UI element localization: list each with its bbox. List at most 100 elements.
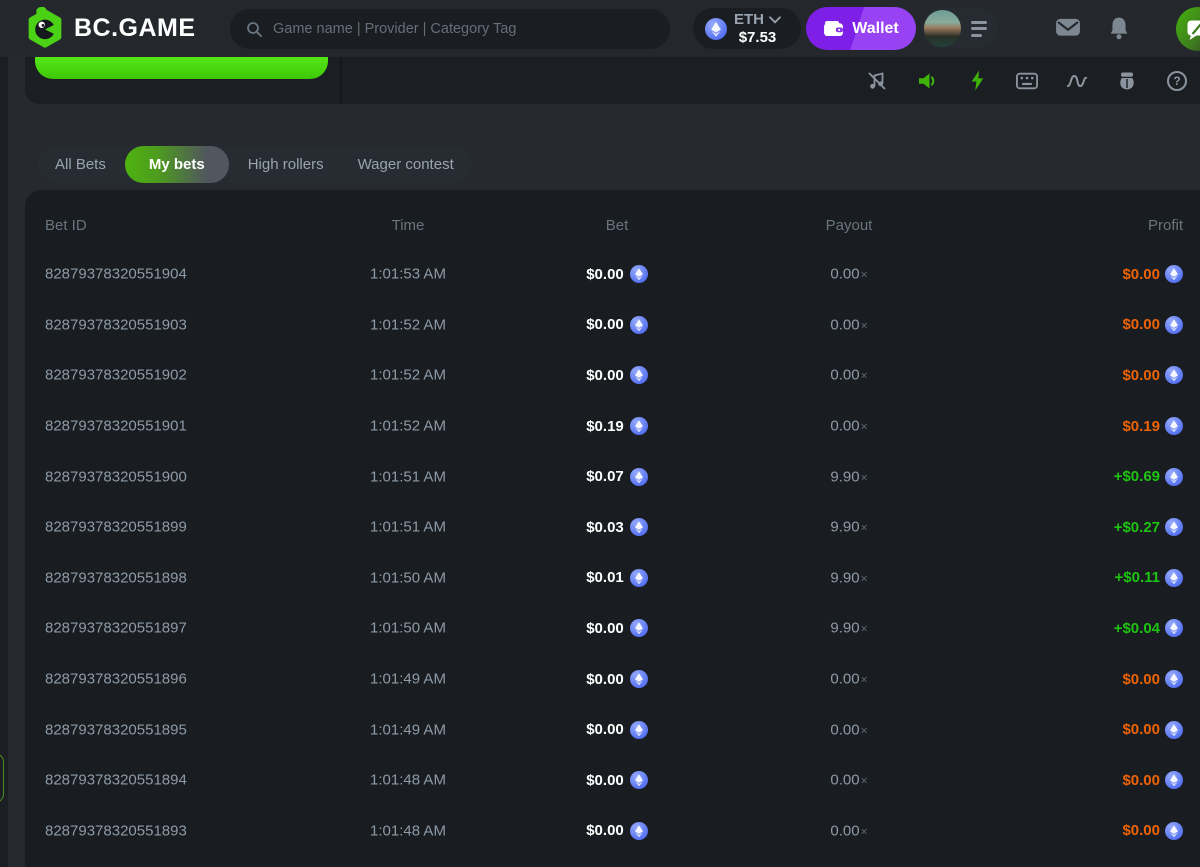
music-off-icon[interactable] [866,70,888,92]
eth-coin-icon [1165,468,1183,486]
col-profit: Profit [983,217,1183,234]
eth-coin-icon [630,265,648,283]
bet-payout: 0.00× [749,721,949,738]
eth-coin-icon [1165,265,1183,283]
bet-time: 1:01:49 AM [283,671,533,688]
bet-payout: 9.90× [749,519,949,536]
bet-amount: $0.00 [517,300,717,351]
mail-icon [1055,16,1081,38]
bet-profit: +$0.27 [983,502,1183,553]
bet-amount: $0.00 [517,603,717,654]
bet-time: 1:01:51 AM [283,519,533,536]
brand-name: BC.GAME [74,14,196,43]
eth-coin-icon [630,721,648,739]
game-toolbar: ? [355,57,1200,104]
bet-amount: $0.01 [517,553,717,604]
bet-amount: $0.00 [517,704,717,755]
brand-logo-icon [26,7,64,50]
eth-coin-icon [1165,670,1183,688]
bet-payout: 9.90× [749,468,949,485]
bet-profit: $0.00 [983,806,1183,857]
eth-coin-icon [630,518,648,536]
bet-amount: $0.00 [517,350,717,401]
search-input[interactable] [273,21,654,37]
sound-on-icon[interactable] [916,70,938,92]
bet-profit: +$0.69 [983,451,1183,502]
search-icon [246,21,263,38]
table-row[interactable]: 828793783205519011:01:52 AM$0.190.00×$0.… [25,401,1200,452]
currency-code: ETH [734,11,764,28]
bet-payout: 0.00× [749,418,949,435]
tab-wager-contest[interactable]: Wager contest [341,146,471,183]
eth-coin-icon [1165,316,1183,334]
bet-time: 1:01:50 AM [283,569,533,586]
table-header: Bet ID Time Bet Payout Profit [25,190,1200,249]
eth-coin-icon [630,417,648,435]
bet-amount: $0.19 [517,401,717,452]
bet-time: 1:01:48 AM [283,772,533,789]
bet-time: 1:01:49 AM [283,721,533,738]
trends-icon[interactable] [1066,70,1088,92]
brand-logo[interactable]: BC.GAME [26,7,196,50]
avatar[interactable] [924,10,961,47]
table-row[interactable]: 828793783205518951:01:49 AM$0.000.00×$0.… [25,704,1200,755]
bet-button[interactable] [35,57,328,79]
table-row[interactable]: 828793783205519021:01:52 AM$0.000.00×$0.… [25,350,1200,401]
col-time: Time [283,217,533,234]
eth-coin-icon [1165,822,1183,840]
tab-high-rollers[interactable]: High rollers [231,146,341,183]
table-row[interactable]: 828793783205518981:01:50 AM$0.019.90×+$0… [25,553,1200,604]
wallet-button[interactable]: Wallet [806,7,916,50]
chat-icon [1187,19,1200,40]
eth-coin-icon [1165,417,1183,435]
svg-text:?: ? [1173,74,1180,88]
bet-time: 1:01:51 AM [283,468,533,485]
bet-amount: $0.00 [517,249,717,300]
eth-coin-icon [1165,366,1183,384]
eth-coin-icon [705,18,727,40]
side-panel-fragment [0,753,4,803]
bet-payout: 0.00× [749,822,949,839]
game-search[interactable] [230,9,670,49]
tab-my-bets[interactable]: My bets [125,146,229,183]
bet-amount: $0.00 [517,806,717,857]
bet-time: 1:01:52 AM [283,367,533,384]
hotkeys-keyboard-icon[interactable] [1016,70,1038,92]
table-row[interactable]: 828793783205519001:01:51 AM$0.079.90×+$0… [25,451,1200,502]
bet-profit: $0.00 [983,704,1183,755]
table-row[interactable]: 828793783205518971:01:50 AM$0.009.90×+$0… [25,603,1200,654]
eth-coin-icon [1165,518,1183,536]
menu-icon [971,21,987,37]
eth-coin-icon [630,771,648,789]
bell-icon [1108,16,1130,40]
quick-bet-bolt-icon[interactable] [966,70,988,92]
notifications-button[interactable] [1108,16,1130,45]
table-row[interactable]: 828793783205519041:01:53 AM$0.000.00×$0.… [25,249,1200,300]
table-row[interactable]: 828793783205518961:01:49 AM$0.000.00×$0.… [25,654,1200,705]
bet-payout: 9.90× [749,569,949,586]
bets-tabs: All BetsMy betsHigh rollersWager contest [38,146,471,183]
bet-amount: $0.07 [517,451,717,502]
col-payout: Payout [749,217,949,234]
tab-all-bets[interactable]: All Bets [38,146,123,183]
eth-coin-icon [1165,721,1183,739]
table-row[interactable]: 828793783205519031:01:52 AM$0.000.00×$0.… [25,300,1200,351]
top-header: BC.GAME ETH $7.53 [0,0,1200,57]
panel-divider [340,57,342,104]
eth-coin-icon [630,468,648,486]
bet-time: 1:01:52 AM [283,316,533,333]
col-bet: Bet [517,217,717,234]
table-row[interactable]: 828793783205518991:01:51 AM$0.039.90×+$0… [25,502,1200,553]
bet-payout: 0.00× [749,367,949,384]
help-icon[interactable]: ? [1166,70,1188,92]
profile-menu[interactable] [922,8,999,49]
bet-payout: 0.00× [749,671,949,688]
table-row[interactable]: 828793783205518931:01:48 AM$0.000.00×$0.… [25,806,1200,857]
currency-selector[interactable]: ETH $7.53 [693,8,801,49]
table-row[interactable]: 828793783205518941:01:48 AM$0.000.00×$0.… [25,755,1200,806]
mail-button[interactable] [1055,16,1081,43]
bet-time: 1:01:50 AM [283,620,533,637]
left-edge-strip [0,57,8,867]
eth-coin-icon [630,366,648,384]
seed-jar-icon[interactable] [1116,70,1138,92]
